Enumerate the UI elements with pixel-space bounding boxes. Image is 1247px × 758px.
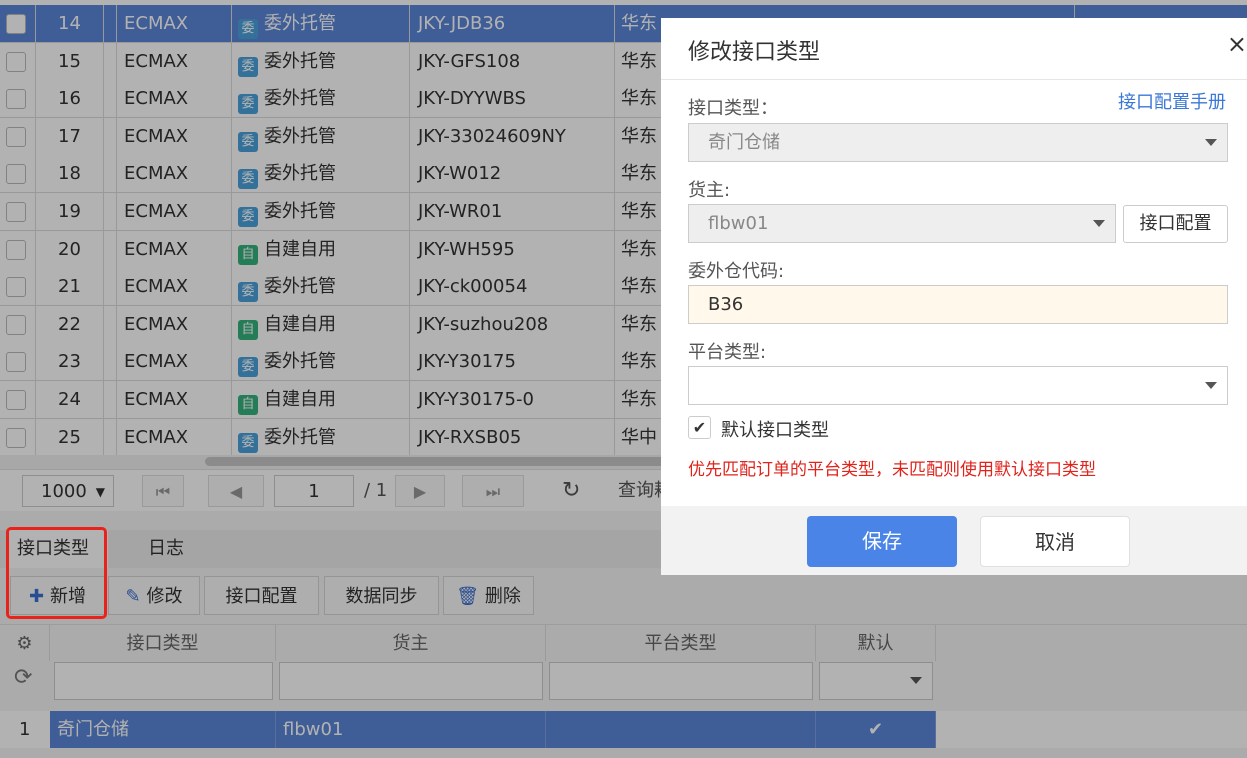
outsource-code-input[interactable]: B36 [688, 285, 1228, 324]
dialog-footer: 保存 取消 [661, 506, 1247, 575]
default-checkbox[interactable]: ✔ [688, 416, 711, 439]
interface-type-select[interactable]: 奇门仓储 [688, 123, 1228, 162]
config-manual-link[interactable]: 接口配置手册 [1118, 88, 1226, 114]
cancel-button[interactable]: 取消 [980, 516, 1130, 567]
dialog-title: 修改接口类型 [688, 40, 821, 65]
warning-text: 优先匹配订单的平台类型，未匹配则使用默认接口类型 [688, 460, 1096, 480]
owner-label: 货主: [688, 180, 731, 201]
save-button[interactable]: 保存 [807, 516, 957, 567]
chevron-down-icon [1205, 139, 1217, 146]
chevron-down-icon [1205, 382, 1217, 389]
owner-value: flbw01 [708, 213, 769, 234]
outsource-code-label: 委外仓代码: [688, 261, 785, 282]
divider [661, 79, 1247, 80]
interface-type-value: 奇门仓储 [708, 132, 780, 153]
platform-type-label: 平台类型: [688, 342, 767, 363]
default-checkbox-label[interactable]: 默认接口类型 [721, 416, 829, 442]
highlight-box [6, 527, 107, 619]
interface-type-label: 接口类型： [688, 98, 778, 119]
platform-type-select[interactable] [688, 366, 1228, 405]
owner-select[interactable]: flbw01 [688, 204, 1116, 243]
chevron-down-icon [1093, 220, 1105, 227]
edit-interface-type-dialog: 修改接口类型 × 接口类型： 接口配置手册 奇门仓储 货主: flbw01 接口… [661, 18, 1247, 575]
close-icon[interactable]: × [1227, 30, 1247, 58]
check-icon: ✔ [692, 418, 707, 437]
owner-config-button[interactable]: 接口配置 [1123, 205, 1228, 243]
